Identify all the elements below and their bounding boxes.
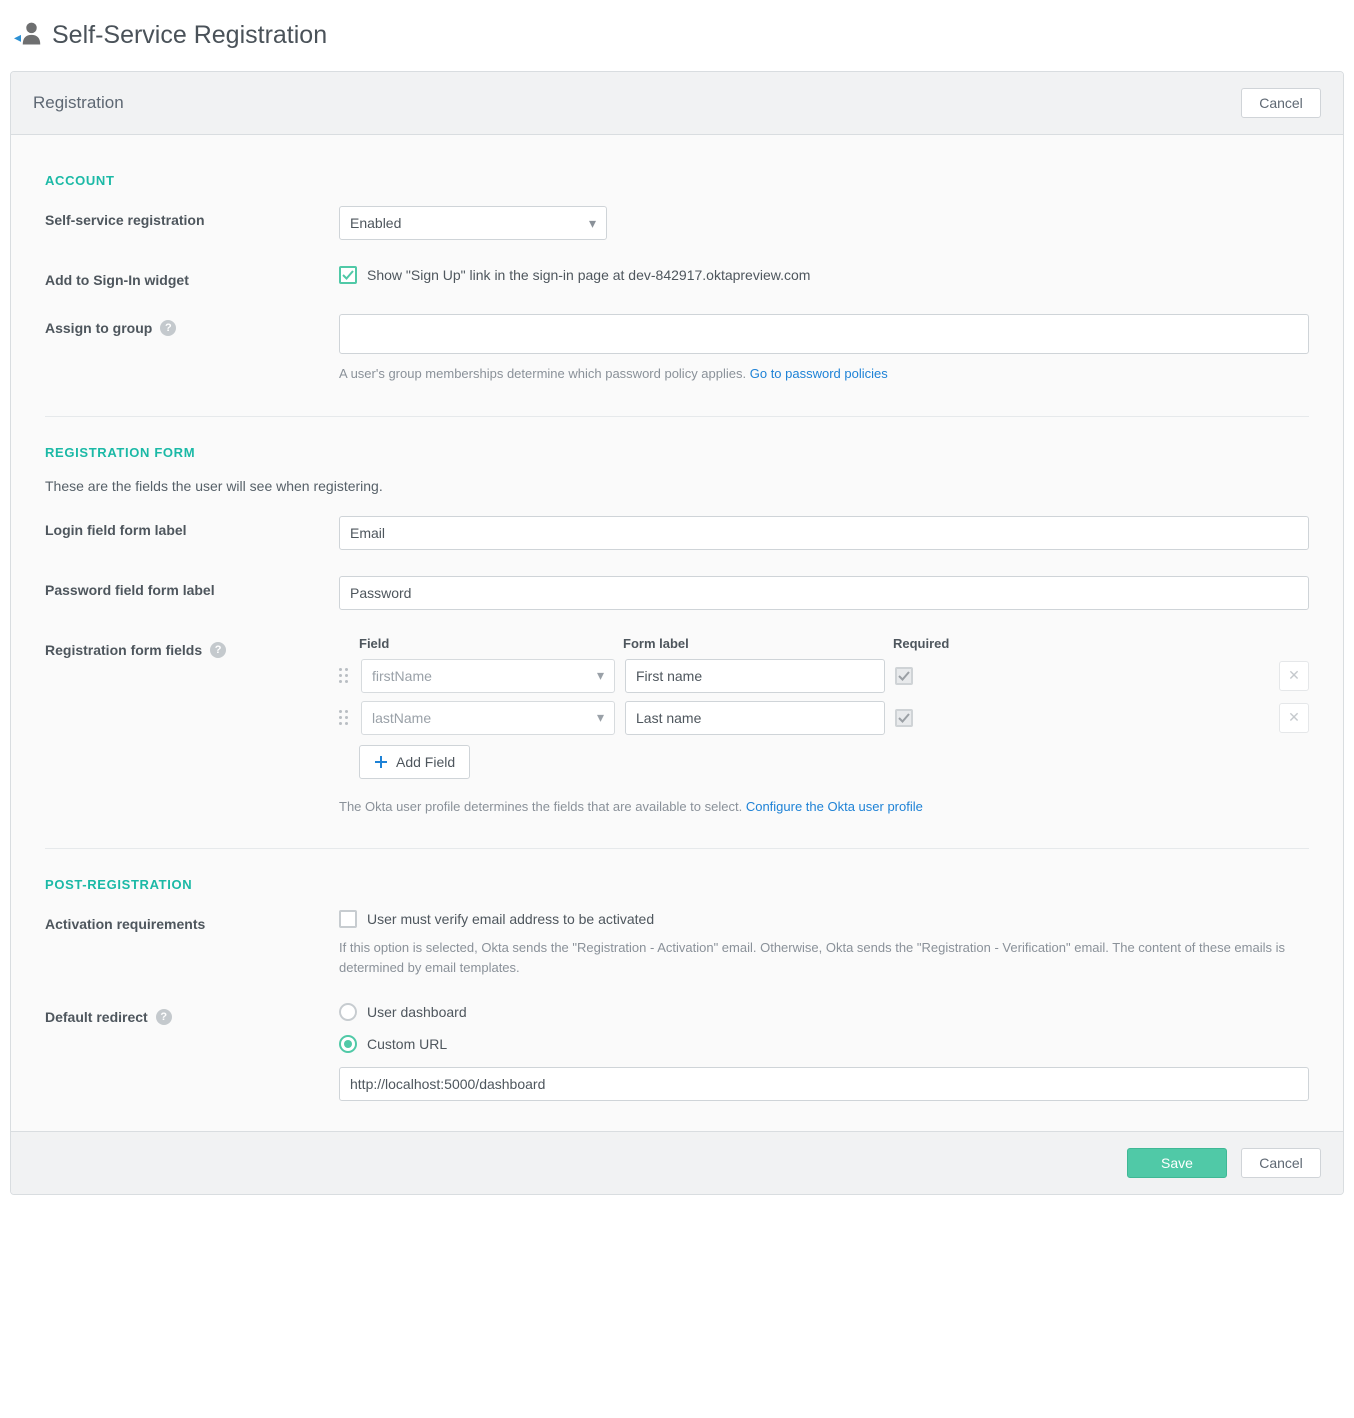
ssr-select-value: Enabled xyxy=(350,215,401,231)
field-label-input[interactable] xyxy=(625,701,885,735)
add-field-button[interactable]: Add Field xyxy=(359,745,470,779)
password-policies-link[interactable]: Go to password policies xyxy=(750,366,888,381)
redirect-radio-custom[interactable] xyxy=(339,1035,357,1053)
redirect-custom-label: Custom URL xyxy=(367,1036,447,1052)
fields-help: The Okta user profile determines the fie… xyxy=(339,797,1309,817)
field-row: lastName ▾ ✕ xyxy=(339,701,1309,735)
required-checkbox xyxy=(895,667,913,685)
ssr-select[interactable]: Enabled ▾ xyxy=(339,206,607,240)
add-widget-text: Show "Sign Up" link in the sign-in page … xyxy=(367,267,810,283)
remove-field-button[interactable]: ✕ xyxy=(1279,661,1309,691)
user-add-icon xyxy=(14,20,42,51)
cancel-button-bottom[interactable]: Cancel xyxy=(1241,1148,1321,1178)
redirect-radio-dashboard[interactable] xyxy=(339,1003,357,1021)
reg-fields-label: Registration form fields ? xyxy=(45,636,339,658)
login-field-input[interactable] xyxy=(339,516,1309,550)
plus-icon xyxy=(374,755,388,769)
chevron-down-icon: ▾ xyxy=(597,667,604,684)
field-select[interactable]: lastName ▾ xyxy=(361,701,615,735)
page-header: Self-Service Registration xyxy=(14,20,1344,51)
regform-subtitle: These are the fields the user will see w… xyxy=(45,478,1309,494)
page-title: Self-Service Registration xyxy=(52,21,327,50)
section-title-account: ACCOUNT xyxy=(45,173,1309,188)
registration-panel: Registration Cancel ACCOUNT Self-service… xyxy=(10,71,1344,1195)
close-icon: ✕ xyxy=(1288,667,1300,684)
panel-title: Registration xyxy=(33,93,124,113)
divider xyxy=(45,416,1309,417)
activation-text: User must verify email address to be act… xyxy=(367,911,654,927)
redirect-dashboard-label: User dashboard xyxy=(367,1004,467,1020)
ssr-label: Self-service registration xyxy=(45,206,339,228)
panel-header: Registration Cancel xyxy=(11,72,1343,135)
password-field-input[interactable] xyxy=(339,576,1309,610)
field-row: firstName ▾ ✕ xyxy=(339,659,1309,693)
redirect-url-input[interactable] xyxy=(339,1067,1309,1101)
panel-footer: Save Cancel xyxy=(11,1131,1343,1194)
login-field-label: Login field form label xyxy=(45,516,339,538)
chevron-down-icon: ▾ xyxy=(589,215,596,232)
required-checkbox xyxy=(895,709,913,727)
assign-group-label: Assign to group ? xyxy=(45,314,339,336)
redirect-label: Default redirect ? xyxy=(45,1003,339,1025)
help-icon: ? xyxy=(210,642,226,658)
add-widget-label: Add to Sign-In widget xyxy=(45,266,339,288)
close-icon: ✕ xyxy=(1288,709,1300,726)
chevron-down-icon: ▾ xyxy=(597,709,604,726)
help-icon: ? xyxy=(156,1009,172,1025)
section-title-regform: REGISTRATION FORM xyxy=(45,445,1309,460)
drag-handle-icon[interactable] xyxy=(339,668,351,683)
assign-group-input[interactable] xyxy=(339,314,1309,354)
activation-label: Activation requirements xyxy=(45,910,339,932)
field-select[interactable]: firstName ▾ xyxy=(361,659,615,693)
section-title-postreg: POST-REGISTRATION xyxy=(45,877,1309,892)
save-button[interactable]: Save xyxy=(1127,1148,1227,1178)
add-widget-checkbox[interactable] xyxy=(339,266,357,284)
password-field-label: Password field form label xyxy=(45,576,339,598)
drag-handle-icon[interactable] xyxy=(339,710,351,725)
help-icon: ? xyxy=(160,320,176,336)
divider xyxy=(45,848,1309,849)
fields-header: Field Form label Required xyxy=(339,636,1309,651)
activation-help: If this option is selected, Okta sends t… xyxy=(339,938,1309,977)
configure-profile-link[interactable]: Configure the Okta user profile xyxy=(746,799,923,814)
activation-checkbox[interactable] xyxy=(339,910,357,928)
assign-group-help: A user's group memberships determine whi… xyxy=(339,364,1309,384)
field-label-input[interactable] xyxy=(625,659,885,693)
remove-field-button[interactable]: ✕ xyxy=(1279,703,1309,733)
cancel-button-top[interactable]: Cancel xyxy=(1241,88,1321,118)
